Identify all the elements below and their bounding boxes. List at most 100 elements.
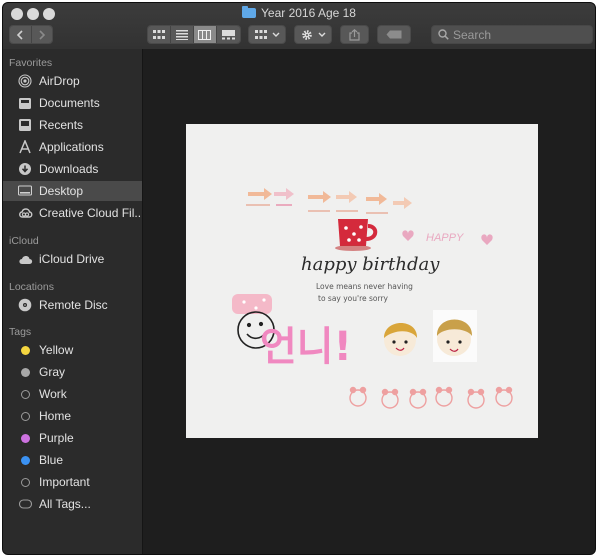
sidebar-item-label: Home bbox=[39, 409, 72, 423]
favorites-header: Favorites bbox=[9, 57, 53, 69]
gallery-view-button[interactable] bbox=[217, 26, 240, 43]
all-tags-icon bbox=[17, 496, 33, 512]
sidebar-item-label: iCloud Drive bbox=[39, 252, 105, 266]
share-icon bbox=[349, 28, 360, 41]
blue-tag-dot-icon bbox=[20, 455, 30, 465]
sidebar-item-label: Yellow bbox=[39, 343, 74, 357]
yellow-tag-dot-icon bbox=[20, 345, 30, 355]
columns-icon bbox=[198, 29, 212, 40]
recents-icon bbox=[17, 117, 33, 133]
sidebar-item-label: Downloads bbox=[39, 162, 99, 176]
chevron-right-icon bbox=[39, 29, 45, 40]
sidebar-tag-yellow[interactable]: Yellow bbox=[3, 340, 142, 360]
sidebar-item-creative-cloud[interactable]: Creative Cloud Fil... bbox=[3, 203, 142, 223]
icon-view-button[interactable] bbox=[148, 26, 171, 43]
sidebar-item-label: Important bbox=[39, 475, 90, 489]
list-icon bbox=[175, 29, 188, 40]
sidebar-tag-blue[interactable]: Blue bbox=[3, 450, 142, 470]
navigation-buttons bbox=[9, 25, 53, 44]
folder-icon bbox=[242, 6, 256, 18]
sidebar-item-label: Blue bbox=[39, 453, 64, 467]
airdrop-icon bbox=[17, 73, 33, 89]
sidebar-item-remote-disc[interactable]: Remote Disc bbox=[3, 295, 142, 315]
locations-header: Locations bbox=[9, 281, 54, 293]
purple-tag-dot-icon bbox=[20, 433, 30, 443]
downloads-icon bbox=[17, 161, 33, 177]
sidebar-item-desktop[interactable]: Desktop bbox=[3, 181, 142, 201]
forward-button[interactable] bbox=[31, 26, 52, 43]
gear-icon bbox=[301, 29, 312, 40]
sidebar-item-label: Remote Disc bbox=[39, 298, 108, 312]
tag-icon bbox=[386, 30, 402, 39]
sidebar-tag-purple[interactable]: Purple bbox=[3, 428, 142, 448]
important-tag-dot-icon bbox=[20, 477, 30, 487]
happy-stamp-text: HAPPY bbox=[426, 232, 464, 244]
sidebar: Favorites AirDrop Documents Recents Appl… bbox=[3, 49, 143, 554]
girl-face-sticker-2 bbox=[433, 310, 477, 362]
cloud-icon bbox=[17, 251, 33, 267]
sidebar-item-airdrop[interactable]: AirDrop bbox=[3, 71, 142, 91]
sidebar-item-applications[interactable]: Applications bbox=[3, 137, 142, 157]
card-subline-2: to say you're sorry bbox=[318, 294, 389, 303]
window-title: Year 2016 Age 18 bbox=[3, 6, 595, 20]
birthday-card-image: HAPPY happy birthday Love means never ha… bbox=[232, 188, 513, 409]
share-button[interactable] bbox=[340, 25, 369, 44]
sidebar-item-label: AirDrop bbox=[39, 74, 80, 88]
disc-icon bbox=[17, 297, 33, 313]
work-tag-dot-icon bbox=[20, 389, 30, 399]
search-icon bbox=[438, 29, 449, 40]
sidebar-tag-work[interactable]: Work bbox=[3, 384, 142, 404]
creative-cloud-icon bbox=[17, 205, 33, 221]
chevron-down-icon bbox=[272, 32, 279, 37]
sidebar-item-icloud-drive[interactable]: iCloud Drive bbox=[3, 249, 142, 269]
gallery-icon bbox=[222, 29, 236, 39]
girl-face-sticker-1 bbox=[384, 323, 418, 356]
image-preview[interactable]: HAPPY happy birthday Love means never ha… bbox=[186, 124, 538, 438]
group-button[interactable] bbox=[248, 25, 286, 44]
column-view-button[interactable] bbox=[193, 26, 218, 43]
sidebar-item-label: Gray bbox=[39, 365, 66, 379]
search-input[interactable] bbox=[449, 27, 583, 42]
desktop-icon bbox=[17, 183, 33, 199]
documents-icon bbox=[17, 95, 33, 111]
sidebar-item-downloads[interactable]: Downloads bbox=[3, 159, 142, 179]
sidebar-item-label: Desktop bbox=[39, 184, 84, 198]
korean-handwriting: 언니! bbox=[260, 324, 352, 370]
sidebar-item-label: Purple bbox=[39, 431, 74, 445]
happy-birthday-text: happy birthday bbox=[301, 254, 440, 275]
sidebar-item-label: Work bbox=[39, 387, 67, 401]
gray-tag-dot-icon bbox=[20, 367, 30, 377]
back-button[interactable] bbox=[10, 26, 32, 43]
tags-header: Tags bbox=[9, 326, 32, 338]
home-tag-dot-icon bbox=[20, 411, 30, 421]
applications-icon bbox=[17, 139, 33, 155]
panda-stamps bbox=[349, 386, 513, 409]
sidebar-item-label: Applications bbox=[39, 140, 104, 154]
action-button[interactable] bbox=[294, 25, 332, 44]
sidebar-item-documents[interactable]: Documents bbox=[3, 93, 142, 113]
content-area: HAPPY happy birthday Love means never ha… bbox=[143, 49, 595, 554]
tag-button[interactable] bbox=[377, 25, 411, 44]
view-mode-control bbox=[147, 25, 241, 44]
sidebar-item-recents[interactable]: Recents bbox=[3, 115, 142, 135]
card-subline-1: Love means never having bbox=[316, 282, 413, 291]
sidebar-item-label: Recents bbox=[39, 118, 84, 132]
grid-icon bbox=[152, 29, 165, 39]
sidebar-tag-gray[interactable]: Gray bbox=[3, 362, 142, 382]
chevron-left-icon bbox=[17, 29, 23, 40]
sidebar-item-label: All Tags... bbox=[39, 497, 91, 511]
icloud-header: iCloud bbox=[9, 235, 39, 247]
cup-sticker bbox=[335, 219, 378, 251]
title-bar: Year 2016 Age 18 bbox=[3, 3, 595, 50]
grid-icon bbox=[254, 29, 267, 39]
sidebar-item-label: Documents bbox=[39, 96, 100, 110]
sidebar-item-label: Creative Cloud Fil... bbox=[39, 206, 142, 220]
bow-sticker bbox=[232, 294, 272, 314]
sidebar-tag-important[interactable]: Important bbox=[3, 472, 142, 492]
list-view-button[interactable] bbox=[170, 26, 194, 43]
arrow-stamps bbox=[246, 188, 412, 214]
sidebar-all-tags[interactable]: All Tags... bbox=[3, 494, 142, 514]
sidebar-tag-home[interactable]: Home bbox=[3, 406, 142, 426]
search-field[interactable] bbox=[431, 25, 593, 44]
chevron-down-icon bbox=[318, 32, 325, 37]
